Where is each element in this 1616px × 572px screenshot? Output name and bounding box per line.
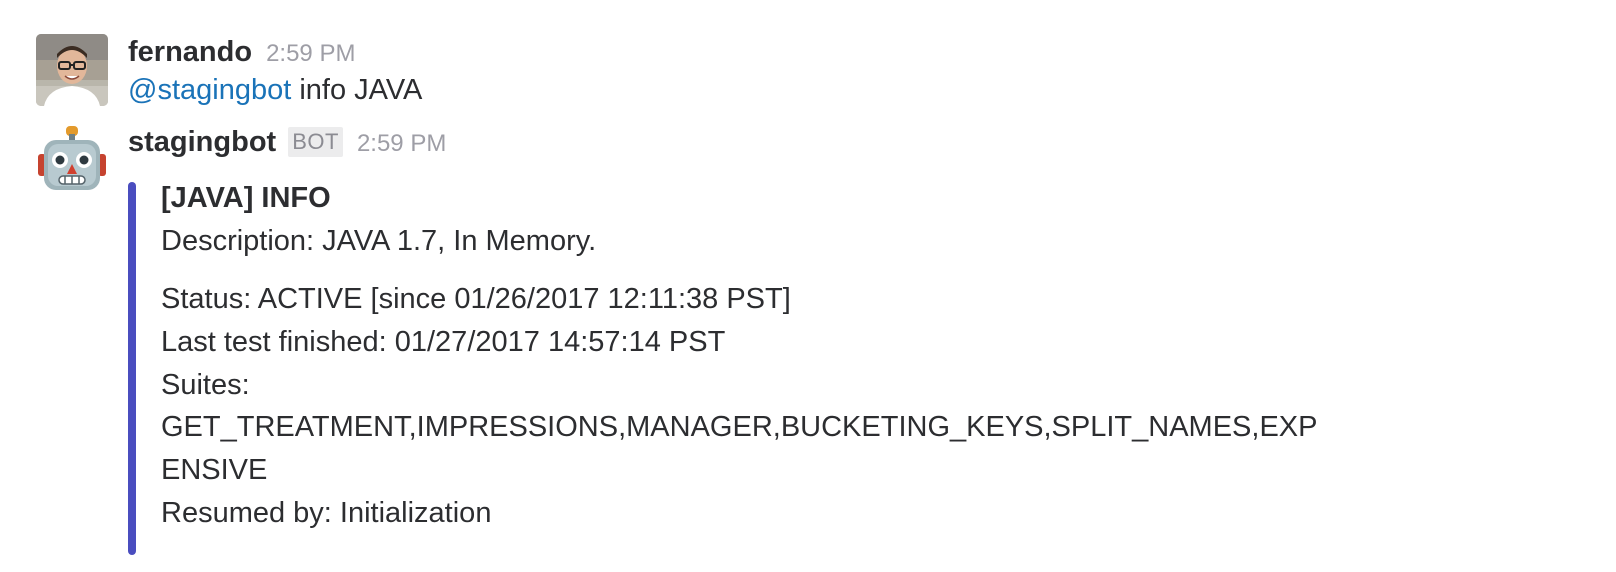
- timestamp[interactable]: 2:59 PM: [266, 40, 355, 67]
- attachment-line-suites-value: GET_TREATMENT,IMPRESSIONS,MANAGER,BUCKET…: [161, 411, 1318, 443]
- bot-badge: BOT: [288, 127, 343, 157]
- user-mention-link[interactable]: @stagingbot: [128, 74, 291, 106]
- timestamp[interactable]: 2:59 PM: [357, 130, 446, 157]
- message-header: stagingbot BOT 2:59 PM: [128, 126, 446, 159]
- attachment-line-last-test: Last test finished: 01/27/2017 14:57:14 …: [161, 326, 726, 358]
- message-header: fernando 2:59 PM: [128, 36, 355, 69]
- bot-avatar[interactable]: [36, 124, 108, 196]
- attachment-line-description: Description: JAVA 1.7, In Memory.: [161, 225, 597, 257]
- attachment-line-resumed-by: Resumed by: Initialization: [161, 497, 492, 529]
- user-photo-avatar: [36, 34, 108, 106]
- attachment-line-status: Status: ACTIVE [since 01/26/2017 12:11:3…: [161, 283, 791, 315]
- message-text: @stagingbot info JAVA: [128, 74, 422, 107]
- avatar[interactable]: [36, 34, 108, 106]
- message-text-content: info JAVA: [291, 74, 423, 106]
- robot-face-icon: [38, 126, 106, 190]
- attachment-color-bar: [128, 182, 136, 555]
- attachment-title: [JAVA] INFO: [161, 182, 331, 214]
- username[interactable]: stagingbot: [128, 126, 276, 158]
- attachment-line-suites-label: Suites:: [161, 369, 250, 401]
- attachment-line-suites-value-cont: ENSIVE: [161, 454, 268, 486]
- message-attachment: [JAVA] INFO Description: JAVA 1.7, In Me…: [128, 182, 1318, 555]
- username[interactable]: fernando: [128, 36, 252, 68]
